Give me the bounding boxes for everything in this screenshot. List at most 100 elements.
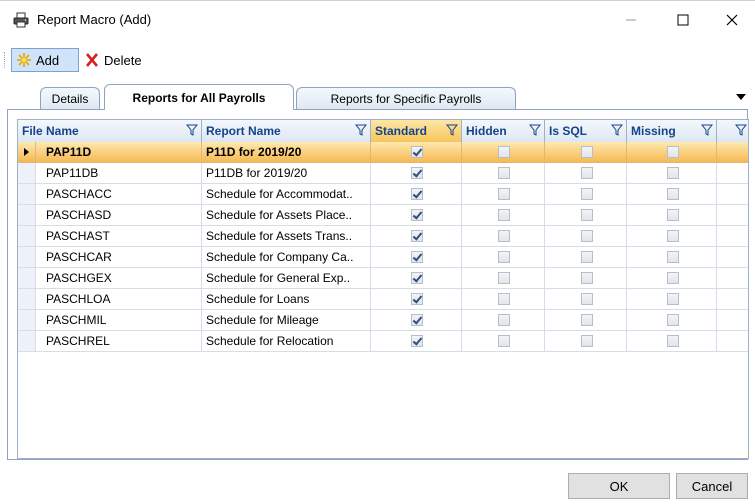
filter-icon[interactable]	[735, 124, 747, 136]
cell-missing[interactable]	[627, 310, 717, 331]
cell-standard[interactable]	[371, 205, 462, 226]
checkbox-is-sql[interactable]	[581, 335, 593, 347]
cell-hidden[interactable]	[462, 310, 545, 331]
checkbox-missing[interactable]	[667, 335, 679, 347]
tab-reports-all-payrolls[interactable]: Reports for All Payrolls	[104, 84, 294, 110]
minimize-button[interactable]	[608, 2, 654, 38]
cell-file-name[interactable]: PASCHLOA	[36, 289, 202, 310]
maximize-button[interactable]	[660, 2, 706, 38]
row-indicator[interactable]	[18, 184, 36, 205]
cell-standard[interactable]	[371, 268, 462, 289]
checkbox-standard[interactable]	[411, 251, 423, 263]
checkbox-hidden[interactable]	[498, 293, 510, 305]
cell-is-sql[interactable]	[545, 184, 627, 205]
cell-missing[interactable]	[627, 289, 717, 310]
checkbox-hidden[interactable]	[498, 146, 510, 158]
cell-is-sql[interactable]	[545, 142, 627, 163]
column-header-missing[interactable]: Missing	[627, 120, 717, 142]
checkbox-missing[interactable]	[667, 209, 679, 221]
cell-standard[interactable]	[371, 310, 462, 331]
checkbox-missing[interactable]	[667, 314, 679, 326]
cell-hidden[interactable]	[462, 268, 545, 289]
cell-file-name[interactable]: PASCHACC	[36, 184, 202, 205]
row-indicator[interactable]	[18, 205, 36, 226]
cell-file-name[interactable]: PAP11DB	[36, 163, 202, 184]
filter-icon[interactable]	[355, 124, 367, 136]
cell-hidden[interactable]	[462, 163, 545, 184]
cell-report-name[interactable]: Schedule for General Exp..	[202, 268, 371, 289]
cell-is-sql[interactable]	[545, 310, 627, 331]
checkbox-hidden[interactable]	[498, 272, 510, 284]
toolbar-grip[interactable]	[4, 52, 8, 68]
row-indicator[interactable]	[18, 247, 36, 268]
cell-hidden[interactable]	[462, 142, 545, 163]
cell-report-name[interactable]: Schedule for Company Ca..	[202, 247, 371, 268]
cell-report-name[interactable]: Schedule for Loans	[202, 289, 371, 310]
checkbox-is-sql[interactable]	[581, 167, 593, 179]
row-indicator[interactable]	[18, 163, 36, 184]
cell-hidden[interactable]	[462, 226, 545, 247]
checkbox-missing[interactable]	[667, 251, 679, 263]
cell-missing[interactable]	[627, 268, 717, 289]
column-header-hidden[interactable]: Hidden	[462, 120, 545, 142]
filter-icon[interactable]	[186, 124, 198, 136]
cell-report-name[interactable]: P11D for 2019/20	[202, 142, 371, 163]
cell-is-sql[interactable]	[545, 163, 627, 184]
row-indicator[interactable]	[18, 331, 36, 352]
ok-button[interactable]: OK	[568, 473, 670, 499]
cell-is-sql[interactable]	[545, 289, 627, 310]
cell-standard[interactable]	[371, 226, 462, 247]
cell-is-sql[interactable]	[545, 247, 627, 268]
cell-report-name[interactable]: Schedule for Assets Place..	[202, 205, 371, 226]
column-header-file-name[interactable]: File Name	[18, 120, 202, 142]
tab-dropdown-icon[interactable]	[736, 94, 746, 100]
table-row[interactable]: PASCHGEX Schedule for General Exp..	[18, 268, 748, 289]
cell-report-name[interactable]: Schedule for Assets Trans..	[202, 226, 371, 247]
cell-report-name[interactable]: Schedule for Relocation	[202, 331, 371, 352]
checkbox-hidden[interactable]	[498, 335, 510, 347]
cell-missing[interactable]	[627, 205, 717, 226]
filter-icon[interactable]	[446, 124, 458, 136]
cell-missing[interactable]	[627, 163, 717, 184]
cell-report-name[interactable]: Schedule for Accommodat..	[202, 184, 371, 205]
column-header-extra[interactable]	[717, 120, 748, 142]
checkbox-is-sql[interactable]	[581, 272, 593, 284]
cell-file-name[interactable]: PASCHREL	[36, 331, 202, 352]
filter-icon[interactable]	[529, 124, 541, 136]
row-indicator[interactable]	[18, 268, 36, 289]
checkbox-is-sql[interactable]	[581, 251, 593, 263]
cell-is-sql[interactable]	[545, 268, 627, 289]
checkbox-hidden[interactable]	[498, 314, 510, 326]
checkbox-missing[interactable]	[667, 188, 679, 200]
cell-file-name[interactable]: PASCHAST	[36, 226, 202, 247]
checkbox-hidden[interactable]	[498, 188, 510, 200]
checkbox-is-sql[interactable]	[581, 188, 593, 200]
checkbox-standard[interactable]	[411, 272, 423, 284]
cell-file-name[interactable]: PASCHMIL	[36, 310, 202, 331]
checkbox-standard[interactable]	[411, 188, 423, 200]
checkbox-standard[interactable]	[411, 230, 423, 242]
column-header-is-sql[interactable]: Is SQL	[545, 120, 627, 142]
tab-reports-specific-payrolls[interactable]: Reports for Specific Payrolls	[296, 87, 516, 109]
cell-standard[interactable]	[371, 247, 462, 268]
checkbox-missing[interactable]	[667, 146, 679, 158]
delete-button[interactable]: Delete	[84, 48, 142, 72]
cancel-button[interactable]: Cancel	[676, 473, 748, 499]
checkbox-missing[interactable]	[667, 230, 679, 242]
filter-icon[interactable]	[701, 124, 713, 136]
checkbox-standard[interactable]	[411, 335, 423, 347]
cell-missing[interactable]	[627, 331, 717, 352]
cell-is-sql[interactable]	[545, 226, 627, 247]
row-indicator[interactable]	[18, 310, 36, 331]
cell-standard[interactable]	[371, 289, 462, 310]
checkbox-missing[interactable]	[667, 272, 679, 284]
checkbox-standard[interactable]	[411, 209, 423, 221]
column-header-standard[interactable]: Standard	[371, 120, 462, 142]
table-row[interactable]: PAP11D P11D for 2019/20	[18, 142, 748, 163]
row-indicator[interactable]	[18, 289, 36, 310]
table-row[interactable]: PASCHCAR Schedule for Company Ca..	[18, 247, 748, 268]
checkbox-is-sql[interactable]	[581, 209, 593, 221]
row-indicator[interactable]	[18, 226, 36, 247]
filter-icon[interactable]	[611, 124, 623, 136]
table-row[interactable]: PASCHAST Schedule for Assets Trans..	[18, 226, 748, 247]
